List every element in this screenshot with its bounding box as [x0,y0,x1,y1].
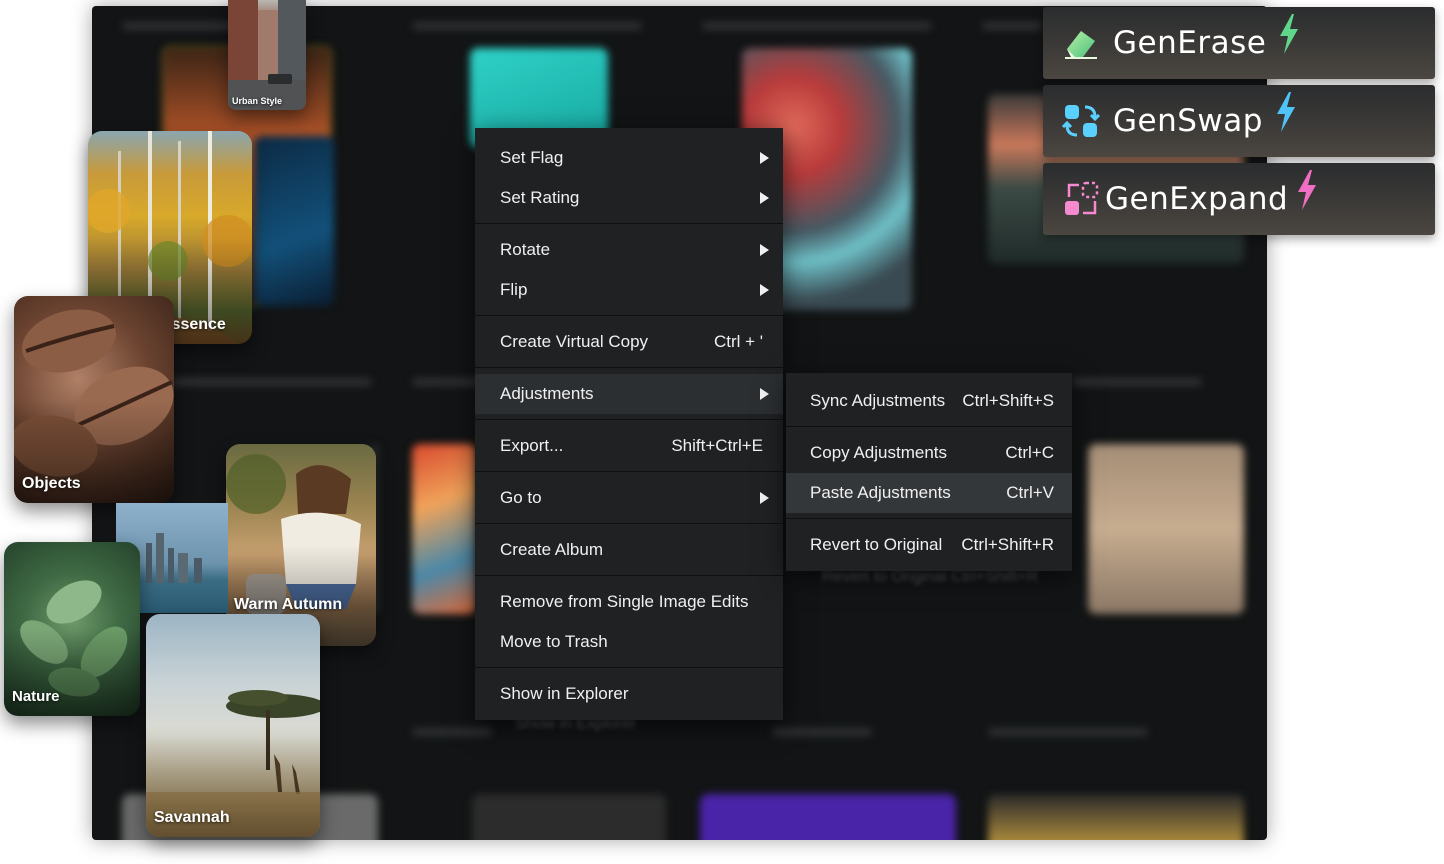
menu-item-remove-from-single-image-edits[interactable]: Remove from Single Image Edits [475,582,783,622]
gallery-thumbnail[interactable] [254,136,334,306]
menu-item-label: Export... [500,436,564,455]
menu-item-rotate[interactable]: Rotate [475,230,783,270]
menu-separator [475,523,783,524]
submenu-item-shortcut: Ctrl+Shift+S [962,391,1054,410]
submenu-item-label: Paste Adjustments [810,483,951,502]
menu-item-label: Set Flag [500,148,564,167]
expand-icon [1065,181,1099,215]
feature-badge-generase[interactable]: GenErase [1043,7,1435,79]
menu-item-label: Remove from Single Image Edits [500,592,749,611]
menu-item-shortcut: Shift+Ctrl+E [671,436,763,455]
menu-item-label: Create Virtual Copy [500,332,649,351]
card-label: Objects [22,475,81,492]
menu-separator [475,575,783,576]
gallery-thumbnail[interactable] [412,444,476,614]
submenu-arrow-icon [760,244,769,256]
menu-item-set-rating[interactable]: Set Rating [475,178,783,218]
menu-item-label: Show in Explorer [500,684,629,703]
eraser-icon [1065,31,1097,59]
submenu-arrow-icon [760,192,769,204]
collection-card-savannah[interactable]: Savannah [146,614,320,837]
feature-label: GenExpand [1105,181,1289,217]
menu-item-adjustments[interactable]: Adjustments [475,374,783,414]
gallery-thumbnail[interactable] [988,794,1244,840]
menu-item-set-flag[interactable]: Set Flag [475,138,783,178]
submenu-item-copy-adjustments[interactable]: Copy Adjustments Ctrl+C [786,433,1072,473]
feature-label: GenErase [1113,25,1267,61]
menu-item-label: Rotate [500,240,551,259]
submenu-arrow-icon [760,284,769,296]
lightning-bolt-icon [1298,170,1317,210]
submenu-item-paste-adjustments[interactable]: Paste Adjustments Ctrl+V [786,473,1072,513]
menu-separator [786,518,1072,519]
submenu-arrow-icon [760,388,769,400]
collection-card-urban-style[interactable]: Urban Style [228,0,306,110]
submenu-item-revert-to-original[interactable]: Revert to Original Ctrl+Shift+R [786,525,1072,565]
lightning-bolt-icon [1280,14,1299,54]
menu-item-shortcut: Ctrl + ' [713,332,763,351]
menu-item-label: Adjustments [500,384,594,403]
submenu-arrow-icon [760,492,769,504]
feature-label: GenSwap [1113,103,1263,139]
submenu-item-label: Copy Adjustments [810,443,948,462]
adjustments-submenu: Sync Adjustments Ctrl+Shift+S Copy Adjus… [786,373,1072,571]
card-label: Urban Style [232,96,283,106]
menu-item-move-to-trash[interactable]: Move to Trash [475,622,783,662]
gallery-thumbnail[interactable] [700,794,956,840]
feature-badge-genexpand[interactable]: GenExpand [1043,163,1435,235]
menu-item-go-to[interactable]: Go to [475,478,783,518]
card-label: Savannah [154,809,230,826]
menu-item-show-in-explorer[interactable]: Show in Explorer [475,674,783,714]
menu-item-label: Move to Trash [500,632,608,651]
lightning-bolt-icon [1276,92,1295,132]
submenu-item-label: Revert to Original [810,535,943,554]
submenu-item-label: Sync Adjustments [810,391,946,410]
submenu-item-shortcut: Ctrl+C [1005,443,1054,462]
menu-separator [475,367,783,368]
menu-item-label: Create Album [500,540,603,559]
city-street-photo [228,0,306,110]
menu-item-label: Go to [500,488,542,507]
menu-item-create-virtual-copy[interactable]: Create Virtual Copy Ctrl + ' [475,322,783,362]
menu-separator [475,419,783,420]
menu-item-create-album[interactable]: Create Album [475,530,783,570]
menu-item-export[interactable]: Export... Shift+Ctrl+E [475,426,783,466]
submenu-item-shortcut: Ctrl+Shift+R [961,535,1054,554]
submenu-item-sync-adjustments[interactable]: Sync Adjustments Ctrl+Shift+S [786,381,1072,421]
feature-badge-genswap[interactable]: GenSwap [1043,85,1435,157]
card-label: Nature [12,688,60,705]
menu-item-flip[interactable]: Flip [475,270,783,310]
context-menu: Set Flag Set Rating Rotate Flip Create V… [475,128,783,720]
swap-icon [1061,105,1101,137]
menu-item-label: Flip [500,280,528,299]
menu-separator [475,315,783,316]
collection-card-objects[interactable]: Objects [14,296,174,503]
menu-item-label: Set Rating [500,188,580,207]
submenu-item-shortcut: Ctrl+V [1006,483,1054,502]
gallery-thumbnail[interactable] [472,794,666,840]
menu-separator [786,426,1072,427]
menu-separator [475,471,783,472]
menu-separator [475,223,783,224]
menu-separator [475,667,783,668]
collection-card-nature[interactable]: Nature [4,542,140,716]
gallery-thumbnail[interactable] [1088,444,1244,614]
submenu-arrow-icon [760,152,769,164]
